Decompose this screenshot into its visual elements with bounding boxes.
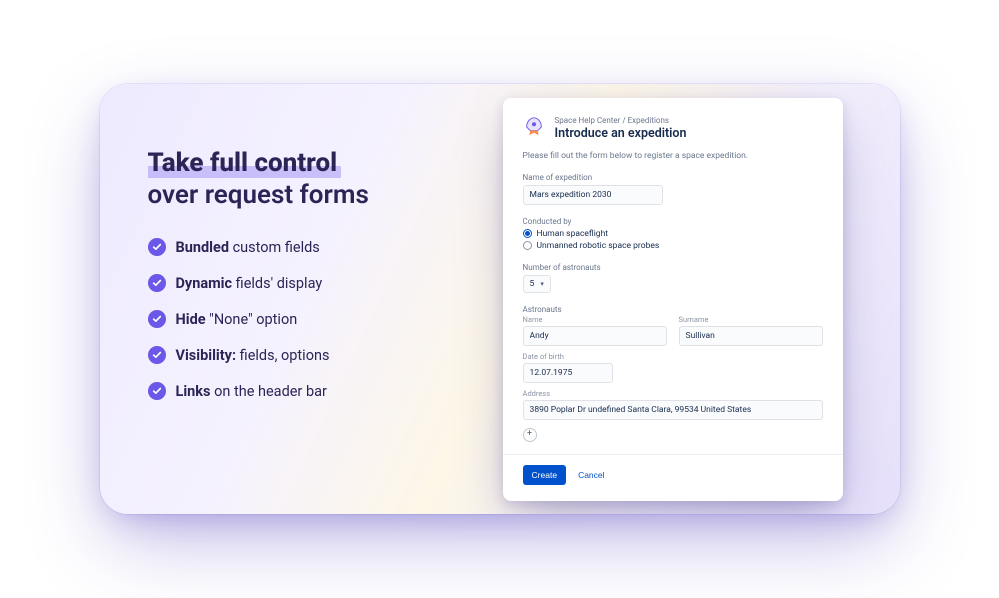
check-icon xyxy=(148,382,166,400)
address-input[interactable] xyxy=(523,400,823,420)
radio-icon xyxy=(523,229,532,238)
promo-card: Take full control over request forms Bun… xyxy=(100,84,900,514)
add-astronaut-button[interactable]: + xyxy=(523,428,537,442)
chevron-down-icon: ▾ xyxy=(540,280,544,288)
dob-label: Date of birth xyxy=(523,352,823,361)
rocket-icon xyxy=(523,116,545,138)
astronauts-section-heading: Astronauts xyxy=(523,305,562,314)
expedition-name-input[interactable] xyxy=(523,185,663,205)
check-icon xyxy=(148,310,166,328)
form-description: Please fill out the form below to regist… xyxy=(523,151,823,161)
check-icon xyxy=(148,346,166,364)
feature-item: Dynamic fields' display xyxy=(148,274,462,292)
dob-input[interactable] xyxy=(523,363,613,383)
plus-icon: + xyxy=(527,430,532,439)
feature-list: Bundled custom fields Dynamic fields' di… xyxy=(148,238,462,400)
create-button[interactable]: Create xyxy=(523,465,567,485)
form-title: Introduce an expedition xyxy=(555,126,687,141)
expedition-name-label: Name of expedition xyxy=(523,173,823,182)
feature-item: Bundled custom fields xyxy=(148,238,462,256)
headline-line-1: Take full control xyxy=(148,148,342,178)
request-form-panel: Space Help Center / Expeditions Introduc… xyxy=(503,98,843,501)
firstname-label: Name xyxy=(523,315,667,324)
astronaut-count-label: Number of astronauts xyxy=(523,263,823,272)
feature-item: Hide "None" option xyxy=(148,310,462,328)
surname-label: Surname xyxy=(679,315,823,324)
conducted-by-label: Conducted by xyxy=(523,217,823,226)
astronaut-count-select[interactable]: 5 ▾ xyxy=(523,275,551,293)
breadcrumb[interactable]: Space Help Center / Expeditions xyxy=(555,116,687,125)
check-icon xyxy=(148,274,166,292)
radio-option-human[interactable]: Human spaceflight xyxy=(523,229,823,239)
check-icon xyxy=(148,238,166,256)
surname-input[interactable] xyxy=(679,326,823,346)
radio-icon xyxy=(523,241,532,250)
divider xyxy=(503,454,843,455)
headline-line-2: over request forms xyxy=(148,180,462,210)
radio-option-unmanned[interactable]: Unmanned robotic space probes xyxy=(523,241,823,251)
feature-item: Links on the header bar xyxy=(148,382,462,400)
marketing-copy: Take full control over request forms Bun… xyxy=(148,132,462,466)
feature-item: Visibility: fields, options xyxy=(148,346,462,364)
address-label: Address xyxy=(523,389,823,398)
cancel-button[interactable]: Cancel xyxy=(578,470,604,480)
firstname-input[interactable] xyxy=(523,326,667,346)
